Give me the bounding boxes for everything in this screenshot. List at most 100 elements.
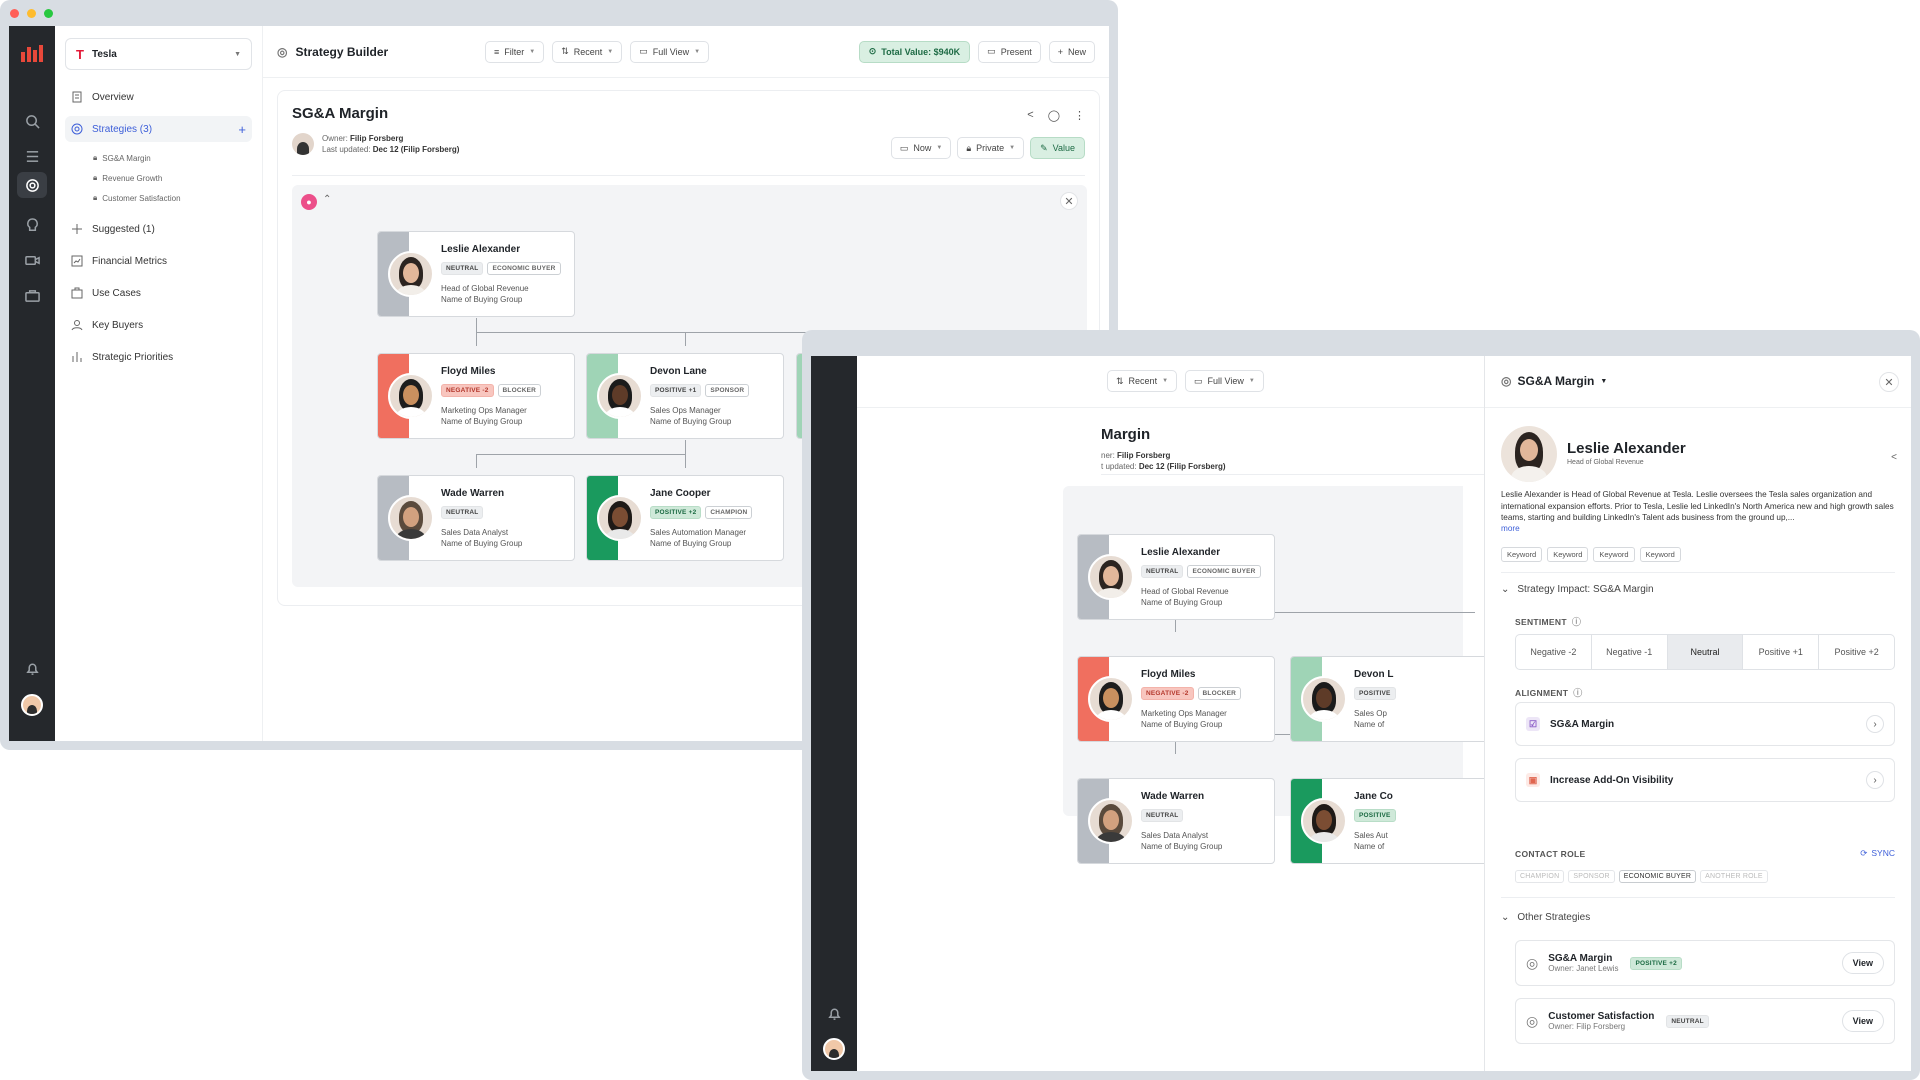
share-icon[interactable]: < [1891, 452, 1897, 463]
bell-icon[interactable] [23, 659, 41, 677]
owner-name: Filip Forsberg [350, 134, 404, 143]
strategy-item[interactable]: 🔒︎ SG&A Margin [65, 148, 252, 168]
alignment-item[interactable]: ☑ SG&A Margin › [1515, 702, 1895, 746]
keyword-tag[interactable]: Keyword [1547, 547, 1589, 562]
sentiment-option[interactable]: Positive +2 [1819, 635, 1894, 669]
person-tag-partial: POSITIVE [1354, 809, 1396, 822]
filter-button[interactable]: ≡ Filter ▼ [485, 40, 545, 63]
total-value-badge[interactable]: ⊙ Total Value: $940K [858, 40, 971, 63]
total-value-text: Total Value: $940K [881, 46, 961, 57]
list-icon[interactable] [23, 147, 41, 165]
sentiment-badge: NEUTRAL [1666, 1014, 1709, 1028]
person-card-partial[interactable]: Devon L POSITIVE Sales Op Name of [1290, 656, 1488, 742]
strategy-item[interactable]: 🔒︎ Revenue Growth [65, 168, 252, 188]
sentiment-option-selected[interactable]: Neutral [1667, 635, 1744, 669]
recent-label: Recent [573, 46, 603, 57]
person-title: Sales Ops Manager [650, 406, 721, 415]
full-view-button[interactable]: ▭ Full View ▼ [630, 40, 710, 63]
person-photo [1301, 676, 1347, 722]
person-tag: NEUTRAL [441, 262, 484, 275]
role-option[interactable]: CHAMPION [1515, 870, 1565, 883]
sidebar-item-suggested[interactable]: Suggested (1) [65, 216, 252, 242]
add-strategy-icon[interactable]: + [238, 122, 246, 137]
role-option[interactable]: ANOTHER ROLE [1700, 870, 1768, 883]
close-icon[interactable]: ✕ [1879, 372, 1899, 392]
view-button[interactable]: View [1841, 1010, 1884, 1032]
video-icon[interactable] [23, 251, 41, 269]
avatar[interactable] [21, 694, 43, 716]
calendar-icon: ▭ [899, 142, 909, 153]
bio-more-link[interactable]: more [1501, 524, 1520, 533]
app-title: ◎ Strategy Builder [277, 45, 477, 59]
dollar-icon: ⊙ [868, 46, 877, 56]
share-icon[interactable]: < [1027, 109, 1033, 122]
person-card[interactable]: Jane Cooper POSITIVE +2 CHAMPION Sales Auto… [586, 475, 784, 561]
sidebar-item-strategies[interactable]: Strategies (3) + [65, 116, 252, 142]
sentiment-option[interactable]: Negative -2 [1516, 635, 1592, 669]
person-card[interactable]: Leslie Alexander NEUTRAL ECONOMIC BUYER Hea… [1077, 534, 1275, 620]
strategy-label: Revenue Growth [102, 173, 163, 183]
sidebar-item-overview[interactable]: Overview [65, 84, 252, 110]
strategy-impact-toggle[interactable]: ⌄ Strategy Impact: SG&A Margin [1501, 584, 1654, 595]
bell-icon[interactable] [825, 1004, 843, 1022]
comment-icon[interactable]: ◯ [1048, 109, 1060, 122]
recent-sort-button[interactable]: ⇅ Recent ▼ [552, 40, 623, 63]
sidebar-item-strategic-priorities[interactable]: Strategic Priorities [65, 344, 252, 370]
avatar[interactable] [823, 1038, 845, 1060]
new-button[interactable]: + New [1048, 40, 1095, 63]
person-card[interactable]: Wade Warren NEUTRAL Sales Data Analyst Name… [377, 475, 575, 561]
search-icon[interactable] [23, 112, 41, 130]
person-title: Sales Data Analyst [441, 528, 509, 537]
sync-button[interactable]: ⟳ SYNC [1860, 848, 1895, 859]
keyword-tag[interactable]: Keyword [1639, 547, 1681, 562]
sidebar-item-use-cases[interactable]: Use Cases [65, 280, 252, 306]
briefcase-icon [71, 287, 83, 299]
close-icon[interactable]: ✕ [1060, 192, 1078, 210]
zoom-traffic-light[interactable] [44, 8, 53, 18]
other-strategies-toggle[interactable]: ⌄ Other Strategies [1501, 912, 1590, 923]
sidebar-item-key-buyers[interactable]: Key Buyers [65, 312, 252, 338]
collapse-icon[interactable]: ⌃ [323, 194, 331, 205]
sidebar-item-financial-metrics[interactable]: Financial Metrics [65, 248, 252, 274]
sentiment-option[interactable]: Negative -1 [1592, 635, 1668, 669]
value-button[interactable]: ✎ Value [1030, 137, 1085, 159]
role-option-selected[interactable]: ECONOMIC BUYER [1618, 870, 1697, 883]
briefcase-icon[interactable] [23, 286, 41, 304]
role-option[interactable]: SPONSOR [1568, 870, 1615, 883]
view-button[interactable]: View [1841, 952, 1884, 974]
sentiment-option[interactable]: Positive +1 [1743, 635, 1820, 669]
person-card[interactable]: Floyd Miles NEGATIVE -2 BLOCKER Marketing O… [377, 353, 575, 439]
lightbulb-icon[interactable] [23, 216, 41, 234]
keyword-tag[interactable]: Keyword [1593, 547, 1635, 562]
chevron-down-icon: ▼ [607, 48, 614, 55]
person-tag: BLOCKER [497, 384, 542, 397]
alignment-item[interactable]: ▣ Increase Add-On Visibility › [1515, 758, 1895, 802]
person-card-partial[interactable]: Jane Co POSITIVE Sales Aut Name of [1290, 778, 1488, 864]
present-button[interactable]: ▭ Present [978, 40, 1041, 63]
company-selector[interactable]: T Tesla ▼ [65, 38, 252, 70]
detail-window: ⇅ Recent ▼ ▭ Full View ▼ Margin ner: Filip F… [802, 330, 1920, 1080]
timeframe-select[interactable]: ▭ Now ▼ [890, 137, 952, 159]
icon-rail [811, 356, 857, 1071]
target-icon: ◎ [1501, 374, 1512, 388]
target-icon[interactable] [17, 172, 47, 198]
person-card[interactable]: Devon Lane POSITIVE +1 SPONSOR Sales Ops Ma… [586, 353, 784, 439]
sidebar-item-label: Overview [92, 91, 134, 103]
more-icon[interactable]: ⋮ [1074, 109, 1085, 122]
strategy-item[interactable]: 🔒︎ Customer Satisfaction [65, 188, 252, 208]
person-photo [597, 495, 643, 541]
keyword-tag[interactable]: Keyword [1501, 547, 1543, 562]
panel-strategy-select[interactable]: ◎ SG&A Margin ▼ [1501, 374, 1607, 388]
person-card[interactable]: Wade Warren NEUTRAL Sales Data Analyst Name… [1077, 778, 1275, 864]
privacy-select[interactable]: 🔒︎ Private ▼ [957, 137, 1025, 159]
minimize-traffic-light[interactable] [27, 8, 36, 18]
person-card[interactable]: Floyd Miles NEGATIVE -2 BLOCKER Marketing O… [1077, 656, 1275, 742]
updated-label-partial: t updated: [1101, 462, 1137, 471]
sync-label: SYNC [1871, 848, 1895, 858]
close-traffic-light[interactable] [10, 8, 19, 18]
other-strategy-row: ◎ SG&A Margin Owner: Janet Lewis POSITIVE +… [1515, 940, 1895, 986]
pin-icon[interactable]: ● [301, 194, 317, 210]
person-tag: POSITIVE +2 [650, 506, 702, 519]
person-title: Head of Global Revenue [1141, 587, 1229, 596]
person-card[interactable]: Leslie Alexander NEUTRAL ECONOMIC BUYER Hea… [377, 231, 575, 317]
